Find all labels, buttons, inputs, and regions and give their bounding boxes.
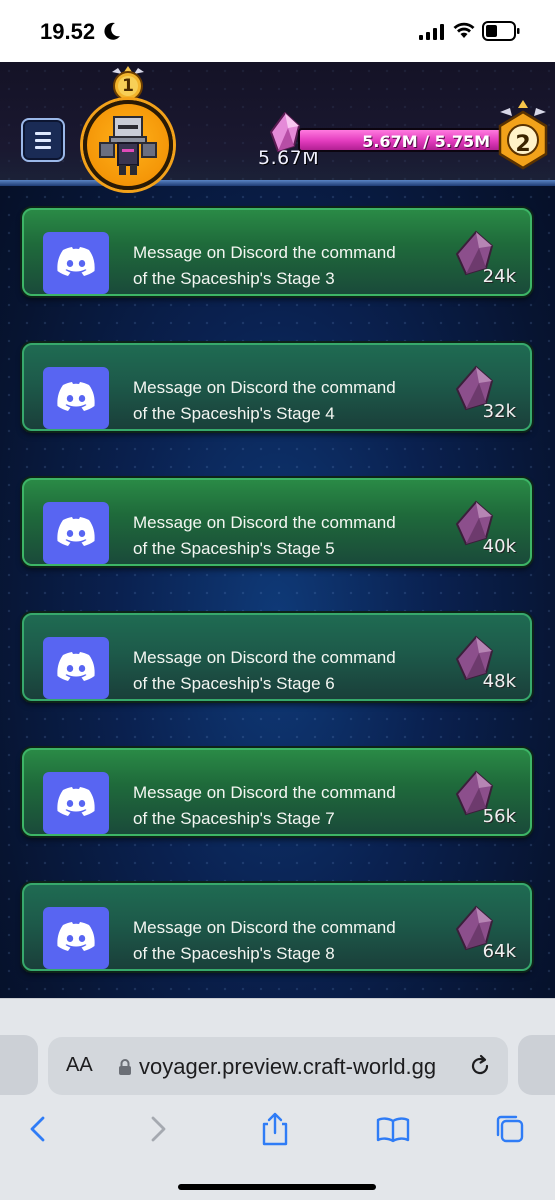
task-description-line: of the Spaceship's Stage 5 <box>133 539 335 558</box>
reward-amount: 56k <box>482 806 516 827</box>
bookmarks-icon[interactable] <box>373 1109 413 1149</box>
battery-icon <box>482 21 520 41</box>
menu-button[interactable] <box>21 118 65 162</box>
level-number: 2 <box>515 132 531 157</box>
hamburger-icon <box>35 132 51 135</box>
task-card[interactable]: Message on Discord the command of the Spa… <box>22 613 532 701</box>
home-indicator <box>178 1184 376 1190</box>
task-card[interactable]: Message on Discord the command of the Spa… <box>22 883 532 971</box>
reward-amount: 48k <box>482 671 516 692</box>
url-text: voyager.preview.craft-world.gg <box>139 1054 437 1079</box>
player-avatar-group[interactable]: 1 <box>80 66 176 194</box>
task-description: Message on Discord the command of the Spa… <box>133 780 433 832</box>
forward-arrow-icon[interactable] <box>138 1109 178 1149</box>
task-card[interactable]: Message on Discord the command of the Spa… <box>22 208 532 296</box>
task-description-line: Message on Discord the command <box>133 243 396 262</box>
task-description-line: Message on Discord the command <box>133 918 396 937</box>
avatar <box>83 100 173 190</box>
moon-icon <box>104 22 120 40</box>
gem-icon <box>269 112 301 152</box>
progress-text: 5.67M / 5.75M <box>362 132 490 151</box>
discord-icon <box>43 907 109 969</box>
task-description-line: Message on Discord the command <box>133 648 396 667</box>
game-view: 1 5.67M 5.67M / 5.75M 2 Message on Disco… <box>0 62 555 998</box>
browser-toolbar: AA voyager.preview.craft-world.gg <box>0 998 555 1200</box>
previous-tab-preview[interactable] <box>0 1035 38 1095</box>
tabs-icon[interactable] <box>490 1109 530 1149</box>
share-icon[interactable] <box>255 1109 295 1149</box>
game-header: 1 5.67M 5.67M / 5.75M 2 <box>0 62 555 190</box>
status-time: 19.52 <box>40 19 96 44</box>
wifi-icon <box>453 22 475 38</box>
level-badge[interactable]: 2 <box>492 96 554 176</box>
text-size-button[interactable]: AA <box>66 1054 93 1077</box>
task-description-line: of the Spaceship's Stage 7 <box>133 809 335 828</box>
task-card[interactable]: Message on Discord the command of the Spa… <box>22 343 532 431</box>
task-description: Message on Discord the command of the Spa… <box>133 915 433 967</box>
task-description-line: of the Spaceship's Stage 3 <box>133 269 335 288</box>
task-description-line: of the Spaceship's Stage 8 <box>133 944 335 963</box>
discord-icon <box>43 772 109 834</box>
knight-character-icon <box>99 116 157 175</box>
level-progress-bar: 5.67M / 5.75M <box>298 128 508 152</box>
task-description-line: Message on Discord the command <box>133 783 396 802</box>
task-description-line: Message on Discord the command <box>133 378 396 397</box>
signal-icon <box>419 24 444 40</box>
address-bar[interactable]: AA voyager.preview.craft-world.gg <box>48 1037 508 1095</box>
task-description-line: of the Spaceship's Stage 6 <box>133 674 335 693</box>
discord-icon <box>43 502 109 564</box>
reward-amount: 40k <box>482 536 516 557</box>
reward-amount: 64k <box>482 941 516 962</box>
discord-icon <box>43 637 109 699</box>
reward-amount: 24k <box>482 266 516 287</box>
task-card[interactable]: Message on Discord the command of the Spa… <box>22 478 532 566</box>
task-description: Message on Discord the command of the Spa… <box>133 510 433 562</box>
task-description-line: Message on Discord the command <box>133 513 396 532</box>
task-description: Message on Discord the command of the Spa… <box>133 375 433 427</box>
back-arrow-icon[interactable] <box>18 1109 58 1149</box>
task-description: Message on Discord the command of the Spa… <box>133 645 433 697</box>
task-description-line: of the Spaceship's Stage 4 <box>133 404 335 423</box>
status-bar: 19.52 <box>0 0 555 62</box>
discord-icon <box>43 367 109 429</box>
lock-icon <box>119 1059 131 1075</box>
reward-amount: 32k <box>482 401 516 422</box>
rank-number: 1 <box>122 76 134 96</box>
task-card[interactable]: Message on Discord the command of the Spa… <box>22 748 532 836</box>
task-description: Message on Discord the command of the Spa… <box>133 240 433 292</box>
next-tab-preview[interactable] <box>518 1035 555 1095</box>
discord-icon <box>43 232 109 294</box>
reload-icon[interactable] <box>468 1054 492 1078</box>
